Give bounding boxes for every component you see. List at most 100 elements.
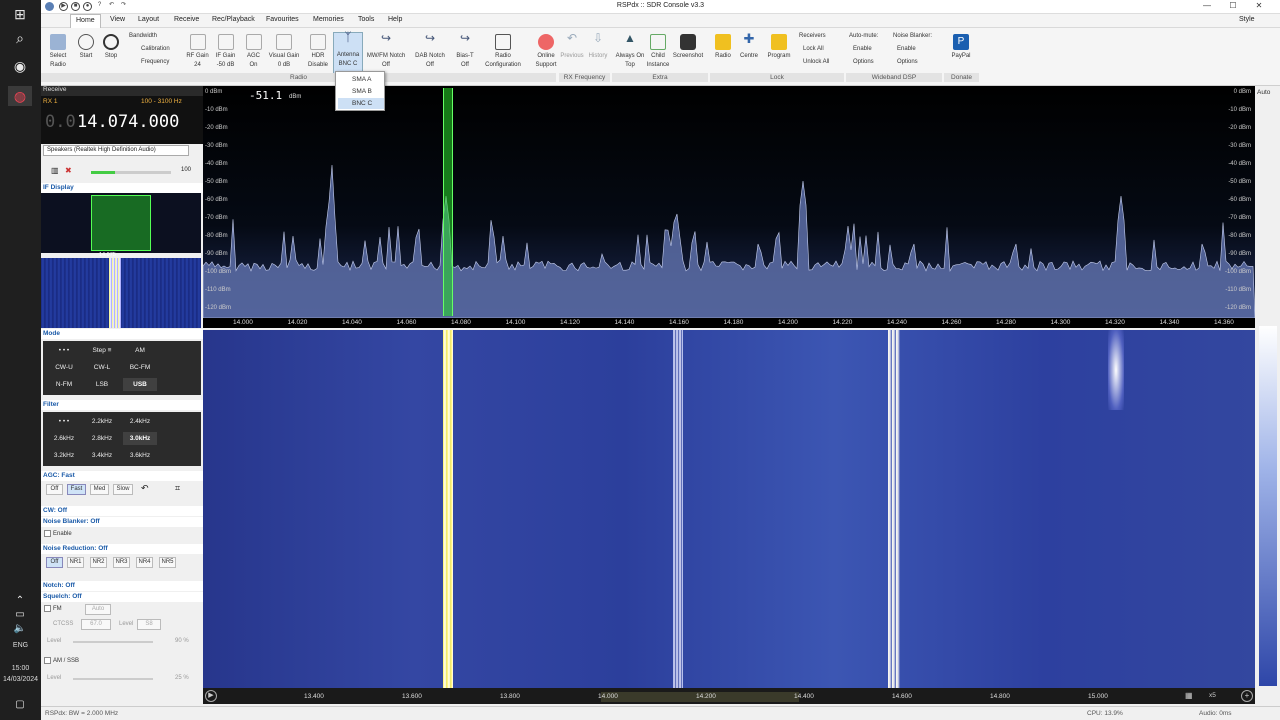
filter-2-8-button[interactable]: 2.8kHz <box>85 432 119 445</box>
nr-off-button[interactable]: Off <box>46 557 63 568</box>
filter-3-4-button[interactable]: 3.4kHz <box>85 449 119 462</box>
nr4-button[interactable]: NR4 <box>136 557 153 568</box>
auto-button[interactable]: Auto <box>1257 89 1270 96</box>
waterfall-level-slider[interactable] <box>1259 326 1277 686</box>
spectrum-frequency-axis[interactable]: 14.000 14.020 14.040 14.060 14.080 14.100 14.1… <box>203 318 1255 328</box>
child-instance-button[interactable]: Child Instance <box>643 34 673 70</box>
mode-cwl-button[interactable]: CW-L <box>85 361 119 374</box>
nb-enable-checkbox[interactable]: Enable <box>897 46 916 52</box>
rx-passband-marker[interactable] <box>443 88 453 316</box>
always-on-top-button[interactable]: ▲ Always On Top <box>615 32 645 70</box>
clock-date[interactable]: 14/03/2024 <box>0 676 41 683</box>
squelch-level-select[interactable]: S8 <box>137 619 161 630</box>
mwfm-notch-button[interactable]: ↪ MW/FM Notch Off <box>365 32 407 70</box>
style-menu[interactable]: Style <box>1239 16 1255 23</box>
mode-usb-button[interactable]: USB <box>123 378 157 391</box>
audio-device-select[interactable]: Speakers (Realtek High Definition Audio) <box>43 145 189 156</box>
history-button[interactable]: ⇩ History <box>585 32 611 61</box>
mode-nfm-button[interactable]: N-FM <box>47 378 81 391</box>
tab-memories[interactable]: Memories <box>313 16 344 23</box>
tab-tools[interactable]: Tools <box>358 16 374 23</box>
if-passband[interactable] <box>91 195 151 251</box>
agc-graph-icon[interactable]: ⌗ <box>175 483 180 494</box>
agc-fast-button[interactable]: Fast <box>67 484 86 495</box>
nb-enable-checkbox[interactable] <box>44 530 51 537</box>
mode-more-button[interactable]: • • • <box>47 344 81 357</box>
antenna-option-sma-a[interactable]: SMA A <box>338 74 384 85</box>
filter-3-0-button[interactable]: 3.0kHz <box>123 432 157 445</box>
tab-rec-playback[interactable]: Rec/Playback <box>212 16 255 23</box>
minimize-button[interactable]: — <box>1196 1 1218 13</box>
mode-am-button[interactable]: AM <box>123 344 157 357</box>
automute-options-button[interactable]: Options <box>853 59 874 65</box>
rf-gain-button[interactable]: RF Gain 24 <box>184 34 211 70</box>
notification-icon[interactable]: ▢ <box>8 694 32 714</box>
previous-button[interactable]: ↶ Previous <box>557 32 587 61</box>
antenna-option-sma-b[interactable]: SMA B <box>338 86 384 97</box>
agc-button[interactable]: AGC On <box>240 34 267 70</box>
visual-gain-button[interactable]: Visual Gain 0 dB <box>267 34 301 70</box>
filter-2-2-button[interactable]: 2.2kHz <box>85 415 119 428</box>
app-icon[interactable]: ◉ <box>8 56 32 76</box>
if-gain-button[interactable]: IF Gain -50 dB <box>212 34 239 70</box>
antenna-option-bnc-c[interactable]: BNC C <box>338 98 384 109</box>
start-button[interactable]: Start <box>75 34 97 61</box>
close-button[interactable]: ✕ <box>1248 1 1270 13</box>
hdr-button[interactable]: HDR Disable <box>303 34 333 70</box>
paypal-button[interactable]: P PayPal <box>947 34 975 61</box>
frequency-readout[interactable]: 14.074.000 <box>77 112 179 132</box>
if-waterfall[interactable] <box>41 258 201 328</box>
clock-time[interactable]: 15:00 <box>0 665 41 672</box>
agc-off-button[interactable]: Off <box>46 484 63 495</box>
wideband-frequency-axis[interactable]: ▶ 13.400 13.600 13.800 14.000 14.200 14.400 14… <box>203 688 1255 704</box>
squelch-fm-checkbox[interactable] <box>44 605 51 612</box>
calibration-button[interactable]: Calibration <box>141 46 170 52</box>
tab-home[interactable]: Home <box>70 14 101 28</box>
waterfall-display[interactable] <box>203 330 1255 688</box>
stop-button[interactable]: Stop <box>100 34 122 61</box>
lock-all-button[interactable]: Lock All <box>803 46 824 52</box>
antenna-button[interactable]: ᛉ Antenna BNC C <box>333 31 363 76</box>
tab-view[interactable]: View <box>110 16 125 23</box>
lock-radio-button[interactable]: Radio <box>711 34 735 61</box>
zoom-in-icon[interactable]: + <box>1241 690 1253 702</box>
filter-3-2-button[interactable]: 3.2kHz <box>47 449 81 462</box>
mode-cwu-button[interactable]: CW-U <box>47 361 81 374</box>
automute-enable-checkbox[interactable]: Enable <box>853 46 872 52</box>
squelch-auto-button[interactable]: Auto <box>85 604 111 615</box>
spectrum-display[interactable]: -51.1 dBm 0 dBm -10 dBm -20 dBm -30 dBm -40 … <box>203 86 1255 318</box>
sdr-console-taskbar-icon[interactable]: ◍ <box>8 86 32 106</box>
speaker-icon[interactable]: ▥ <box>51 166 59 175</box>
agc-reset-icon[interactable]: ↶ <box>141 483 149 494</box>
agc-slow-button[interactable]: Slow <box>113 484 133 495</box>
zoom-level[interactable]: x5 <box>1209 692 1216 699</box>
filter-2-6-button[interactable]: 2.6kHz <box>47 432 81 445</box>
volume-icon[interactable]: 🔈 <box>8 618 32 638</box>
language-indicator[interactable]: ENG <box>0 642 41 649</box>
tab-favourites[interactable]: Favourites <box>266 16 299 23</box>
select-radio-button[interactable]: Select Radio <box>45 34 71 70</box>
nr5-button[interactable]: NR5 <box>159 557 176 568</box>
grid-icon[interactable]: ▦ <box>1185 691 1193 700</box>
filter-2-4-button[interactable]: 2.4kHz <box>123 415 157 428</box>
volume-slider[interactable] <box>91 171 171 174</box>
nr3-button[interactable]: NR3 <box>113 557 130 568</box>
am-ssb-level-slider[interactable] <box>73 678 153 680</box>
mode-step-button[interactable]: Step ≡ <box>85 344 119 357</box>
frequency-button[interactable]: Frequency <box>141 59 169 65</box>
ctcss-select[interactable]: 67.0 <box>81 619 111 630</box>
unlock-all-button[interactable]: Unlock All <box>803 59 829 65</box>
tab-receive[interactable]: Receive <box>174 16 199 23</box>
if-spectrum[interactable] <box>41 193 201 253</box>
search-icon[interactable]: ⌕ <box>8 28 32 48</box>
tab-help[interactable]: Help <box>388 16 402 23</box>
am-ssb-checkbox[interactable] <box>44 657 51 664</box>
nb-options-button[interactable]: Options <box>897 59 918 65</box>
maximize-button[interactable]: ☐ <box>1222 1 1244 13</box>
mute-icon[interactable]: ✖ <box>65 166 72 175</box>
dab-notch-button[interactable]: ↪ DAB Notch Off <box>412 32 448 70</box>
screenshot-button[interactable]: Screenshot <box>670 34 706 61</box>
windows-start-icon[interactable]: ⊞ <box>8 4 32 24</box>
lock-centre-button[interactable]: ✚ Centre <box>735 32 763 61</box>
filter-more-button[interactable]: • • • <box>47 415 81 428</box>
